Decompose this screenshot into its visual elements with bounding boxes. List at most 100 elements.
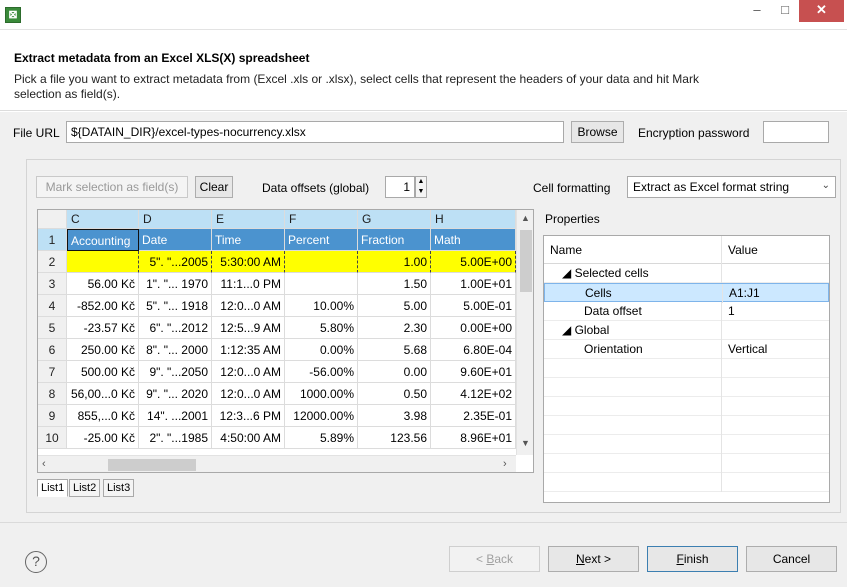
scroll-up-icon[interactable]: ▲: [521, 213, 530, 223]
grid-cell[interactable]: 0.00: [358, 361, 431, 383]
grid-cell[interactable]: 5.80%: [285, 317, 358, 339]
grid-cell[interactable]: 1.00: [358, 251, 431, 273]
grid-cell[interactable]: Date: [139, 229, 212, 251]
finish-button[interactable]: Finish: [647, 546, 738, 572]
table-row[interactable]: 1 Accounting Date Time Percent Fraction Math: [38, 229, 516, 251]
grid-cell[interactable]: -23.57 Kč: [67, 317, 139, 339]
grid-cell[interactable]: 10.00%: [285, 295, 358, 317]
row-header[interactable]: 5: [38, 317, 67, 339]
browse-button[interactable]: Browse: [571, 121, 624, 143]
property-row-empty[interactable]: [544, 397, 829, 416]
scroll-down-icon[interactable]: ▼: [521, 438, 530, 448]
grid-cell[interactable]: 1000.00%: [285, 383, 358, 405]
grid-cell[interactable]: 2.35E-01: [431, 405, 516, 427]
property-row-empty[interactable]: [544, 454, 829, 473]
grid-cell[interactable]: [67, 251, 139, 273]
row-header[interactable]: 6: [38, 339, 67, 361]
maximize-button[interactable]: □: [771, 0, 799, 22]
grid-cell[interactable]: 56,00...0 Kč: [67, 383, 139, 405]
vertical-scroll-thumb[interactable]: [520, 230, 532, 292]
grid-cell[interactable]: 500.00 Kč: [67, 361, 139, 383]
horizontal-scroll-thumb[interactable]: [108, 459, 196, 471]
table-row[interactable]: 3 56.00 Kč 1". "... 1970 11:1...0 PM 1.50 1.0…: [38, 273, 516, 295]
spreadsheet-grid[interactable]: C D E F G H 1 Accounting Date Time Percent Fr…: [37, 209, 534, 473]
property-row[interactable]: ◢ Global: [544, 321, 829, 340]
data-offset-spinner[interactable]: ▲ ▼: [415, 176, 427, 198]
cancel-button[interactable]: Cancel: [746, 546, 837, 572]
property-row-empty[interactable]: [544, 473, 829, 492]
grid-cell[interactable]: Fraction: [358, 229, 431, 251]
grid-cell[interactable]: 12000.00%: [285, 405, 358, 427]
properties-table[interactable]: Name Value ◢ Selected cells Cells A1:J1 Dat…: [543, 235, 830, 503]
grid-cell[interactable]: 9.60E+01: [431, 361, 516, 383]
grid-cell[interactable]: 250.00 Kč: [67, 339, 139, 361]
grid-cell[interactable]: 3.98: [358, 405, 431, 427]
grid-cell[interactable]: 9". "... 2020: [139, 383, 212, 405]
grid-cell[interactable]: 5". "... 1918: [139, 295, 212, 317]
grid-cell[interactable]: 12:5...9 AM: [212, 317, 285, 339]
grid-cell[interactable]: 123.56: [358, 427, 431, 449]
cell-formatting-select[interactable]: Extract as Excel format string ⌄: [627, 176, 836, 198]
grid-cell[interactable]: 5:30:00 AM: [212, 251, 285, 273]
sheet-tab-list2[interactable]: List2: [69, 479, 101, 497]
grid-cell[interactable]: 5.68: [358, 339, 431, 361]
grid-cell[interactable]: 2". "...1985: [139, 427, 212, 449]
grid-cell[interactable]: [285, 251, 358, 273]
table-row[interactable]: 8 56,00...0 Kč 9". "... 2020 12:0...0 AM 100…: [38, 383, 516, 405]
row-header[interactable]: 9: [38, 405, 67, 427]
table-row[interactable]: 5 -23.57 Kč 6". "...2012 12:5...9 AM 5.80% 2.…: [38, 317, 516, 339]
column-header[interactable]: C: [67, 210, 139, 229]
spin-up-icon[interactable]: ▲: [416, 177, 426, 187]
table-row[interactable]: 6 250.00 Kč 8". "... 2000 1:12:35 AM 0.00% 5.…: [38, 339, 516, 361]
property-row-empty[interactable]: [544, 378, 829, 397]
grid-cell[interactable]: 14". ...2001: [139, 405, 212, 427]
grid-cell[interactable]: 8". "... 2000: [139, 339, 212, 361]
grid-cell[interactable]: 4.12E+02: [431, 383, 516, 405]
row-header[interactable]: 3: [38, 273, 67, 295]
next-button[interactable]: Next >: [548, 546, 639, 572]
data-offset-input[interactable]: 1: [385, 176, 415, 198]
grid-cell[interactable]: Time: [212, 229, 285, 251]
column-header[interactable]: H: [431, 210, 516, 229]
table-row[interactable]: 9 855,...0 Kč 14". ...2001 12:3...6 PM 12000…: [38, 405, 516, 427]
property-row-empty[interactable]: [544, 416, 829, 435]
grid-cell[interactable]: 5". "...2005: [139, 251, 212, 273]
grid-cell[interactable]: 6". "...2012: [139, 317, 212, 339]
property-row[interactable]: Cells A1:J1: [544, 283, 829, 303]
row-header[interactable]: 7: [38, 361, 67, 383]
minimize-button[interactable]: –: [743, 0, 771, 22]
grid-corner[interactable]: [38, 210, 67, 229]
grid-cell[interactable]: -56.00%: [285, 361, 358, 383]
grid-cell[interactable]: 4:50:00 AM: [212, 427, 285, 449]
grid-cell[interactable]: 12:3...6 PM: [212, 405, 285, 427]
property-row-empty[interactable]: [544, 435, 829, 454]
grid-cell[interactable]: 0.50: [358, 383, 431, 405]
grid-cell[interactable]: 12:0...0 AM: [212, 295, 285, 317]
scroll-right-icon[interactable]: ›: [503, 458, 507, 470]
grid-cell[interactable]: Math: [431, 229, 516, 251]
grid-cell[interactable]: 9". "...2050: [139, 361, 212, 383]
grid-cell[interactable]: Accounting: [67, 229, 139, 251]
grid-cell[interactable]: 5.89%: [285, 427, 358, 449]
grid-cell[interactable]: 0.00%: [285, 339, 358, 361]
grid-cell[interactable]: [285, 273, 358, 295]
column-header[interactable]: D: [139, 210, 212, 229]
grid-cell[interactable]: Percent: [285, 229, 358, 251]
grid-cell[interactable]: 6.80E-04: [431, 339, 516, 361]
column-header[interactable]: F: [285, 210, 358, 229]
grid-cell[interactable]: 5.00E+00: [431, 251, 516, 273]
grid-cell[interactable]: 2.30: [358, 317, 431, 339]
column-header[interactable]: E: [212, 210, 285, 229]
property-row[interactable]: Orientation Vertical: [544, 340, 829, 359]
grid-cell[interactable]: 12:0...0 AM: [212, 361, 285, 383]
grid-cell[interactable]: 1.00E+01: [431, 273, 516, 295]
grid-cell[interactable]: 1". "... 1970: [139, 273, 212, 295]
vertical-scrollbar[interactable]: ▲ ▼: [516, 210, 533, 455]
grid-cell[interactable]: 0.00E+00: [431, 317, 516, 339]
property-row-empty[interactable]: [544, 359, 829, 378]
row-header[interactable]: 8: [38, 383, 67, 405]
grid-cell[interactable]: 855,...0 Kč: [67, 405, 139, 427]
grid-cell[interactable]: -852.00 Kč: [67, 295, 139, 317]
column-header[interactable]: G: [358, 210, 431, 229]
row-header[interactable]: 2: [38, 251, 67, 273]
